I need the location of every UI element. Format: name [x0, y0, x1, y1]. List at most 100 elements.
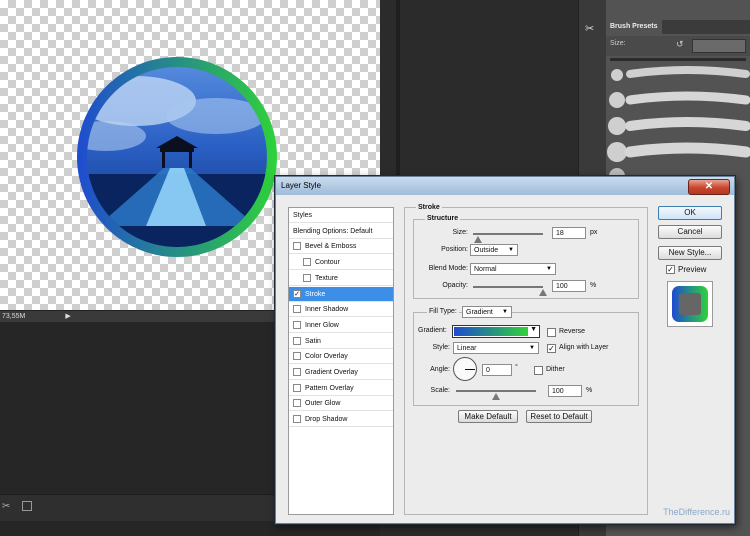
- stroke-legend: Stroke: [416, 204, 442, 211]
- style-checkbox[interactable]: [293, 242, 301, 251]
- scissors-icon[interactable]: ✂: [2, 501, 10, 512]
- opacity-label: Opacity:: [442, 282, 468, 289]
- style-checkbox[interactable]: [293, 320, 301, 329]
- style-checkbox[interactable]: [293, 415, 301, 424]
- style-item-bevel-emboss[interactable]: Bevel & Emboss: [289, 239, 393, 255]
- brush-size-row: Size: ↺: [606, 36, 750, 56]
- style-checkbox[interactable]: [303, 258, 311, 267]
- style-item-pattern-overlay[interactable]: Pattern Overlay: [289, 381, 393, 396]
- style-item-blending-options-default[interactable]: Blending Options: Default: [289, 224, 393, 239]
- style-item-inner-glow[interactable]: Inner Glow: [289, 318, 393, 333]
- style-item-label: Texture: [315, 274, 338, 282]
- style-item-texture[interactable]: Texture: [289, 271, 393, 286]
- preview-swatch: [672, 286, 708, 322]
- style-item-inner-shadow[interactable]: Inner Shadow: [289, 302, 393, 318]
- gradient-swatch[interactable]: [454, 327, 528, 336]
- structure-legend: Structure: [425, 215, 461, 222]
- style-item-label: Gradient Overlay: [305, 369, 358, 376]
- style-item-outer-glow[interactable]: Outer Glow: [289, 396, 393, 412]
- bottom-toolbar: ✂: [0, 494, 275, 521]
- style-item-label: Drop Shadow: [305, 416, 348, 424]
- angle-dial[interactable]: [453, 357, 477, 381]
- blend-mode-dropdown[interactable]: Normal ▼: [470, 263, 556, 275]
- style-item-contour[interactable]: Contour: [289, 255, 393, 271]
- status-arrow-icon[interactable]: ▶: [65, 313, 70, 320]
- style-item-satin[interactable]: Satin: [289, 334, 393, 349]
- ok-button[interactable]: OK: [658, 206, 722, 220]
- size-input[interactable]: 18: [552, 227, 586, 239]
- style-checkbox[interactable]: ✓: [293, 289, 301, 298]
- close-icon: ✕: [704, 181, 714, 192]
- style-item-label: Inner Shadow: [305, 306, 349, 314]
- style-item-color-overlay[interactable]: Color Overlay: [289, 349, 393, 365]
- gradient-style-value: Linear: [457, 345, 477, 352]
- make-default-button[interactable]: Make Default: [458, 410, 518, 423]
- style-item-gradient-overlay[interactable]: Gradient Overlay: [289, 365, 393, 380]
- reverse-label: Reverse: [559, 328, 586, 335]
- fill-type-dropdown[interactable]: Gradient ▼: [462, 306, 512, 318]
- tab-brush-presets[interactable]: Brush Presets: [606, 20, 662, 34]
- preview-inner: [679, 293, 701, 315]
- new-style-button[interactable]: New Style...: [658, 246, 722, 260]
- layer-style-dialog: Layer Style ✕ Styles Blending Options: De…: [275, 176, 735, 524]
- scale-slider-thumb[interactable]: [492, 393, 500, 400]
- position-dropdown[interactable]: Outside ▼: [470, 244, 518, 256]
- gradient-label: Gradient:: [418, 327, 447, 334]
- style-item-label: Color Overlay: [305, 353, 348, 361]
- brush-size-slider[interactable]: [610, 58, 746, 61]
- opacity-slider-track[interactable]: [473, 286, 543, 288]
- transition-icon[interactable]: [22, 501, 32, 511]
- style-item-label: Pattern Overlay: [305, 384, 354, 392]
- chevron-down-icon: ▼: [502, 309, 508, 315]
- gradient-picker[interactable]: ▼: [452, 325, 540, 338]
- opacity-slider-thumb[interactable]: [539, 289, 547, 296]
- size-label: Size:: [452, 229, 468, 236]
- watermark: TheDifference.ru: [663, 507, 730, 517]
- style-checkbox[interactable]: [293, 383, 301, 392]
- brush-size-field[interactable]: [692, 39, 746, 53]
- dither-label: Dither: [546, 366, 565, 373]
- style-item-styles[interactable]: Styles: [289, 208, 393, 223]
- style-checkbox[interactable]: [293, 368, 301, 376]
- reverse-checkbox[interactable]: [547, 328, 556, 337]
- preview-checkbox[interactable]: ✓: [666, 265, 675, 274]
- style-item-label: Stroke: [305, 290, 326, 298]
- chevron-down-icon: ▼: [529, 345, 535, 351]
- close-button[interactable]: ✕: [688, 179, 730, 195]
- angle-input[interactable]: 0: [482, 364, 512, 376]
- fill-type-label: Fill Type:: [427, 308, 459, 315]
- blend-mode-value: Normal: [474, 266, 497, 273]
- dialog-title-bar[interactable]: Layer Style: [276, 177, 734, 195]
- style-item-label: Bevel & Emboss: [305, 243, 357, 251]
- opacity-input[interactable]: 100: [552, 280, 586, 292]
- style-label: Style:: [432, 344, 450, 351]
- scale-input[interactable]: 100: [548, 385, 582, 397]
- style-checkbox[interactable]: [293, 305, 301, 314]
- align-with-layer-checkbox[interactable]: ✓: [547, 344, 556, 353]
- gradient-style-dropdown[interactable]: Linear ▼: [453, 342, 539, 354]
- style-checkbox[interactable]: [293, 352, 301, 361]
- chevron-down-icon: ▼: [508, 247, 514, 253]
- scale-label: Scale:: [430, 387, 450, 394]
- style-item-label: Blending Options: Default: [293, 227, 373, 235]
- size-slider-track[interactable]: [473, 233, 543, 235]
- circle-photo: [77, 57, 277, 257]
- reset-icon[interactable]: ↺: [676, 39, 684, 50]
- style-preview-thumbnail: [667, 281, 713, 327]
- preview-label: Preview: [678, 265, 707, 274]
- reset-to-default-button[interactable]: Reset to Default: [526, 410, 592, 423]
- scale-slider-track[interactable]: [456, 390, 536, 392]
- size-unit: px: [590, 229, 598, 236]
- style-checkbox[interactable]: [293, 399, 301, 408]
- chevron-down-icon[interactable]: ▼: [530, 326, 537, 333]
- style-checkbox[interactable]: [293, 336, 301, 345]
- style-item-stroke[interactable]: ✓ Stroke: [289, 286, 393, 302]
- brush-tool-icon[interactable]: ✂: [585, 22, 594, 35]
- cancel-button[interactable]: Cancel: [658, 225, 722, 239]
- style-checkbox[interactable]: [303, 273, 311, 282]
- size-slider-thumb[interactable]: [473, 236, 482, 243]
- align-with-layer-label: Align with Layer: [559, 344, 609, 351]
- dither-checkbox[interactable]: [534, 366, 543, 375]
- style-item-drop-shadow[interactable]: Drop Shadow: [289, 412, 393, 428]
- brush-stroke-previews[interactable]: [606, 64, 750, 184]
